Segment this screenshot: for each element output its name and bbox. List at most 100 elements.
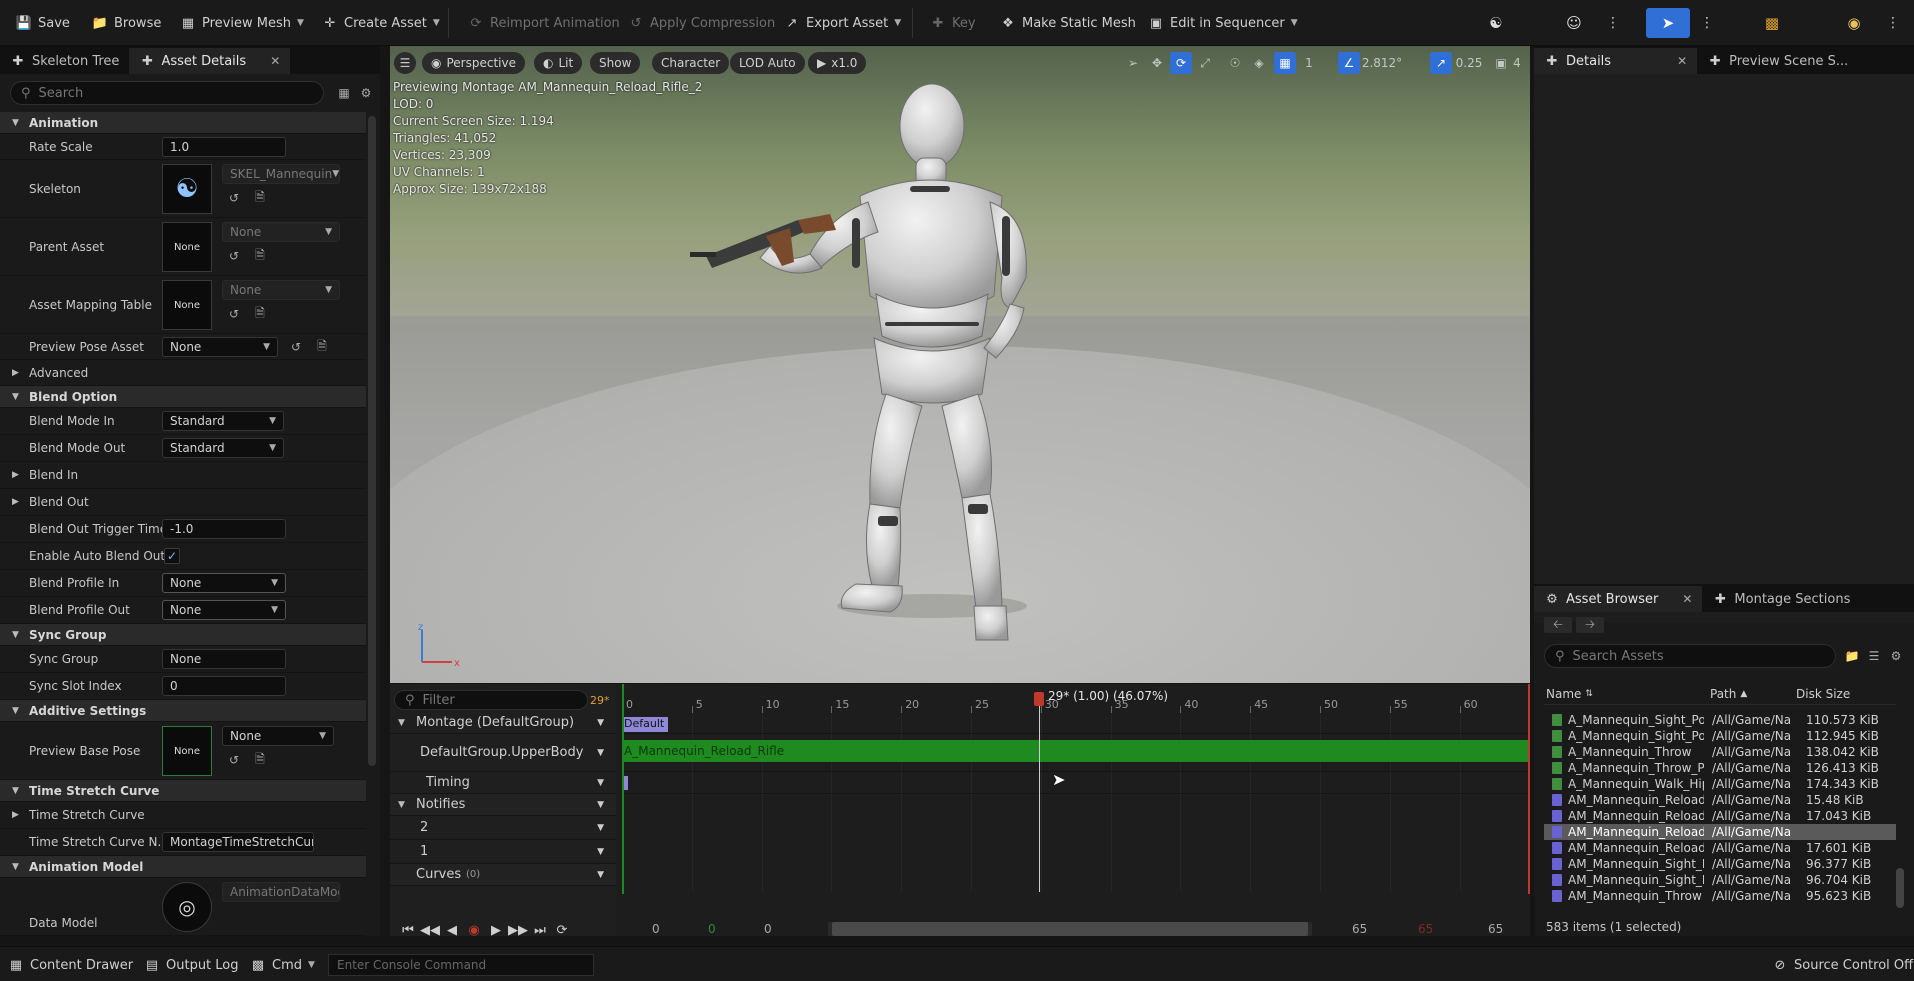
play-reverse-icon[interactable]: ◀: [442, 920, 462, 940]
asset-list-scrollbar[interactable]: [1896, 868, 1904, 908]
perspective-button[interactable]: ◉ Perspective: [422, 52, 525, 74]
camera-speed-value[interactable]: 4: [1508, 52, 1526, 74]
skip-to-end-icon[interactable]: ⏭: [530, 920, 550, 940]
browse-asset-icon[interactable]: 🗎: [252, 248, 268, 264]
asset-mapping-picker[interactable]: None ▼: [222, 280, 340, 300]
blend-mode-out-combo[interactable]: Standard ▼: [162, 438, 284, 458]
viewport-menu-button[interactable]: ☰: [394, 52, 416, 74]
asset-row[interactable]: AM_Mannequin_Sight_F/All/Game/Na 96.377 K…: [1544, 856, 1896, 872]
save-button[interactable]: 💾 Save: [16, 10, 70, 36]
reset-arrow-icon[interactable]: ↺: [226, 752, 242, 768]
asset-row[interactable]: AM_Mannequin_Reload_ /All/Game/Na: [1544, 824, 1896, 840]
category-animation[interactable]: ▼ Animation: [0, 112, 366, 134]
category-sync-group[interactable]: ▼ Sync Group: [0, 624, 366, 646]
blend-profile-in-combo[interactable]: None ▼: [162, 573, 286, 593]
content-drawer-button[interactable]: ▦ Content Drawer: [8, 955, 133, 975]
category-animation-model[interactable]: ▼ Animation Model: [0, 856, 366, 878]
prop-time-stretch-curve[interactable]: ▶ Time Stretch Curve: [0, 802, 366, 829]
tab-asset-browser[interactable]: ⚙ Asset Browser ✕: [1534, 586, 1703, 612]
edit-in-sequencer-button[interactable]: ▣ Edit in Sequencer ▼: [1148, 10, 1298, 36]
play-icon[interactable]: ▶: [486, 920, 506, 940]
notify-track-2[interactable]: 2 ▼: [390, 816, 616, 840]
close-icon[interactable]: ✕: [1682, 592, 1692, 606]
reset-arrow-icon[interactable]: ↺: [288, 339, 304, 355]
asset-search-input[interactable]: ⚲ Search Assets: [1544, 644, 1836, 668]
blueprint-mode-button[interactable]: ▩: [1750, 8, 1794, 38]
dropdown-icon[interactable]: ▼: [597, 870, 604, 880]
mesh-mode-options[interactable]: ⋮: [1604, 8, 1622, 38]
tab-montage-sections[interactable]: ✚ Montage Sections: [1702, 586, 1861, 612]
skeleton-picker[interactable]: SKEL_Mannequin ▼: [222, 164, 340, 184]
reimport-animation-button[interactable]: ⟳ Reimport Animation: [468, 10, 620, 36]
asset-row[interactable]: A_Mannequin_Throw/All/Game/Na 138.042 KiB: [1544, 744, 1896, 760]
scale-snap-icon[interactable]: ↗: [1430, 52, 1452, 74]
close-icon[interactable]: ✕: [1677, 54, 1687, 68]
scale-snap-value[interactable]: 0.25: [1452, 52, 1486, 74]
back-arrow-icon[interactable]: 🡠: [1544, 617, 1572, 633]
asset-row[interactable]: AM_Mannequin_Reload_ /All/Game/Na 15.48 Ki…: [1544, 792, 1896, 808]
blend-out-trigger-input[interactable]: -1.0: [162, 519, 286, 539]
output-log-button[interactable]: ▤ Output Log: [144, 955, 239, 975]
sync-group-input[interactable]: None: [162, 649, 286, 669]
view-end-value[interactable]: 65: [1352, 922, 1367, 936]
reset-arrow-icon[interactable]: ↺: [226, 190, 242, 206]
character-button[interactable]: Character: [652, 52, 730, 74]
create-asset-button[interactable]: ✛ Create Asset ▼: [322, 10, 440, 36]
rate-scale-input[interactable]: 1.0: [162, 137, 286, 157]
category-additive-settings[interactable]: ▼ Additive Settings: [0, 700, 366, 722]
blend-profile-out-combo[interactable]: None ▼: [162, 600, 286, 620]
dropdown-icon[interactable]: ▼: [597, 847, 604, 857]
timeline-filter-input[interactable]: ⚲ Filter: [394, 690, 588, 710]
parent-asset-thumbnail[interactable]: None: [162, 222, 212, 272]
dropdown-icon[interactable]: ▼: [597, 800, 604, 810]
details-scrollbar[interactable]: [368, 116, 376, 766]
browse-asset-icon[interactable]: 🗎: [252, 306, 268, 322]
gear-icon[interactable]: ⚙: [1888, 648, 1904, 664]
browse-button[interactable]: 📁 Browse: [92, 10, 161, 36]
column-name[interactable]: Name ⇅: [1546, 684, 1593, 704]
column-path[interactable]: Path ▲: [1710, 684, 1747, 704]
asset-row[interactable]: AM_Mannequin_Reload_ /All/Game/Na 17.601 K…: [1544, 840, 1896, 856]
preview-base-pose-picker[interactable]: None ▼: [222, 726, 334, 746]
column-disk-size[interactable]: Disk Size: [1796, 684, 1850, 704]
select-tool-icon[interactable]: ➢: [1122, 52, 1144, 74]
forward-arrow-icon[interactable]: 🡢: [1576, 617, 1604, 633]
prop-advanced[interactable]: ▶ Advanced: [0, 360, 366, 386]
time-stretch-curve-name-input[interactable]: MontageTimeStretchCurve: [162, 832, 314, 852]
track-notifies[interactable]: ▼ Notifies ▼: [390, 794, 616, 816]
data-model-picker[interactable]: AnimationDataModel▼: [222, 882, 340, 902]
table-view-icon[interactable]: ▦: [336, 85, 352, 101]
browse-asset-icon[interactable]: 🗎: [314, 339, 330, 355]
dropdown-icon[interactable]: ▼: [597, 748, 604, 758]
translate-tool-icon[interactable]: ✥: [1146, 52, 1168, 74]
view-start-value[interactable]: 0: [764, 922, 772, 936]
asset-row[interactable]: AM_Mannequin_Sight_F/All/Game/Na 96.704 K…: [1544, 872, 1896, 888]
track-timing[interactable]: Timing ▼: [390, 772, 616, 794]
rotation-snap-value[interactable]: 2.812°: [1360, 52, 1404, 74]
prop-blend-in[interactable]: ▶ Blend In: [0, 462, 366, 489]
rotation-snap-icon[interactable]: ∠: [1338, 52, 1360, 74]
tab-details[interactable]: ✚ Details ✕: [1534, 48, 1698, 74]
anim-segment[interactable]: A_Mannequin_Reload_Rifle: [622, 740, 1530, 762]
physics-mode-button[interactable]: ◉: [1832, 8, 1876, 38]
source-control-button[interactable]: ⊘ Source Control Off: [1772, 955, 1914, 975]
preview-mesh-button[interactable]: ▦ Preview Mesh ▼: [180, 10, 304, 36]
section-default[interactable]: Default: [622, 717, 668, 732]
console-command-input[interactable]: Enter Console Command: [328, 954, 594, 976]
browse-asset-icon[interactable]: 🗎: [252, 190, 268, 206]
notify-track-1[interactable]: 1 ▼: [390, 840, 616, 864]
track-curves[interactable]: Curves (0) ▼: [390, 864, 616, 886]
cmd-dropdown[interactable]: ▩ Cmd ▼: [250, 955, 315, 975]
timeline-scrollbar[interactable]: [828, 922, 1312, 936]
physics-mode-options[interactable]: ⋮: [1884, 8, 1902, 38]
asset-row[interactable]: A_Mannequin_Walk_Hip/All/Game/Na 174.343 …: [1544, 776, 1896, 792]
track-montage[interactable]: ▼ Montage (DefaultGroup) ▼: [390, 712, 616, 734]
tab-preview-scene[interactable]: ✚ Preview Scene S...: [1697, 48, 1859, 74]
rotate-tool-icon[interactable]: ⟳: [1170, 52, 1192, 74]
record-icon[interactable]: ◉: [464, 920, 484, 940]
apply-compression-button[interactable]: ↺ Apply Compression: [628, 10, 776, 36]
asset-row[interactable]: A_Mannequin_Throw_Po/All/Game/Na 126.413 …: [1544, 760, 1896, 776]
reset-arrow-icon[interactable]: ↺: [226, 306, 242, 322]
lod-auto-button[interactable]: LOD Auto: [730, 52, 805, 74]
dropdown-icon[interactable]: ▼: [597, 718, 604, 728]
